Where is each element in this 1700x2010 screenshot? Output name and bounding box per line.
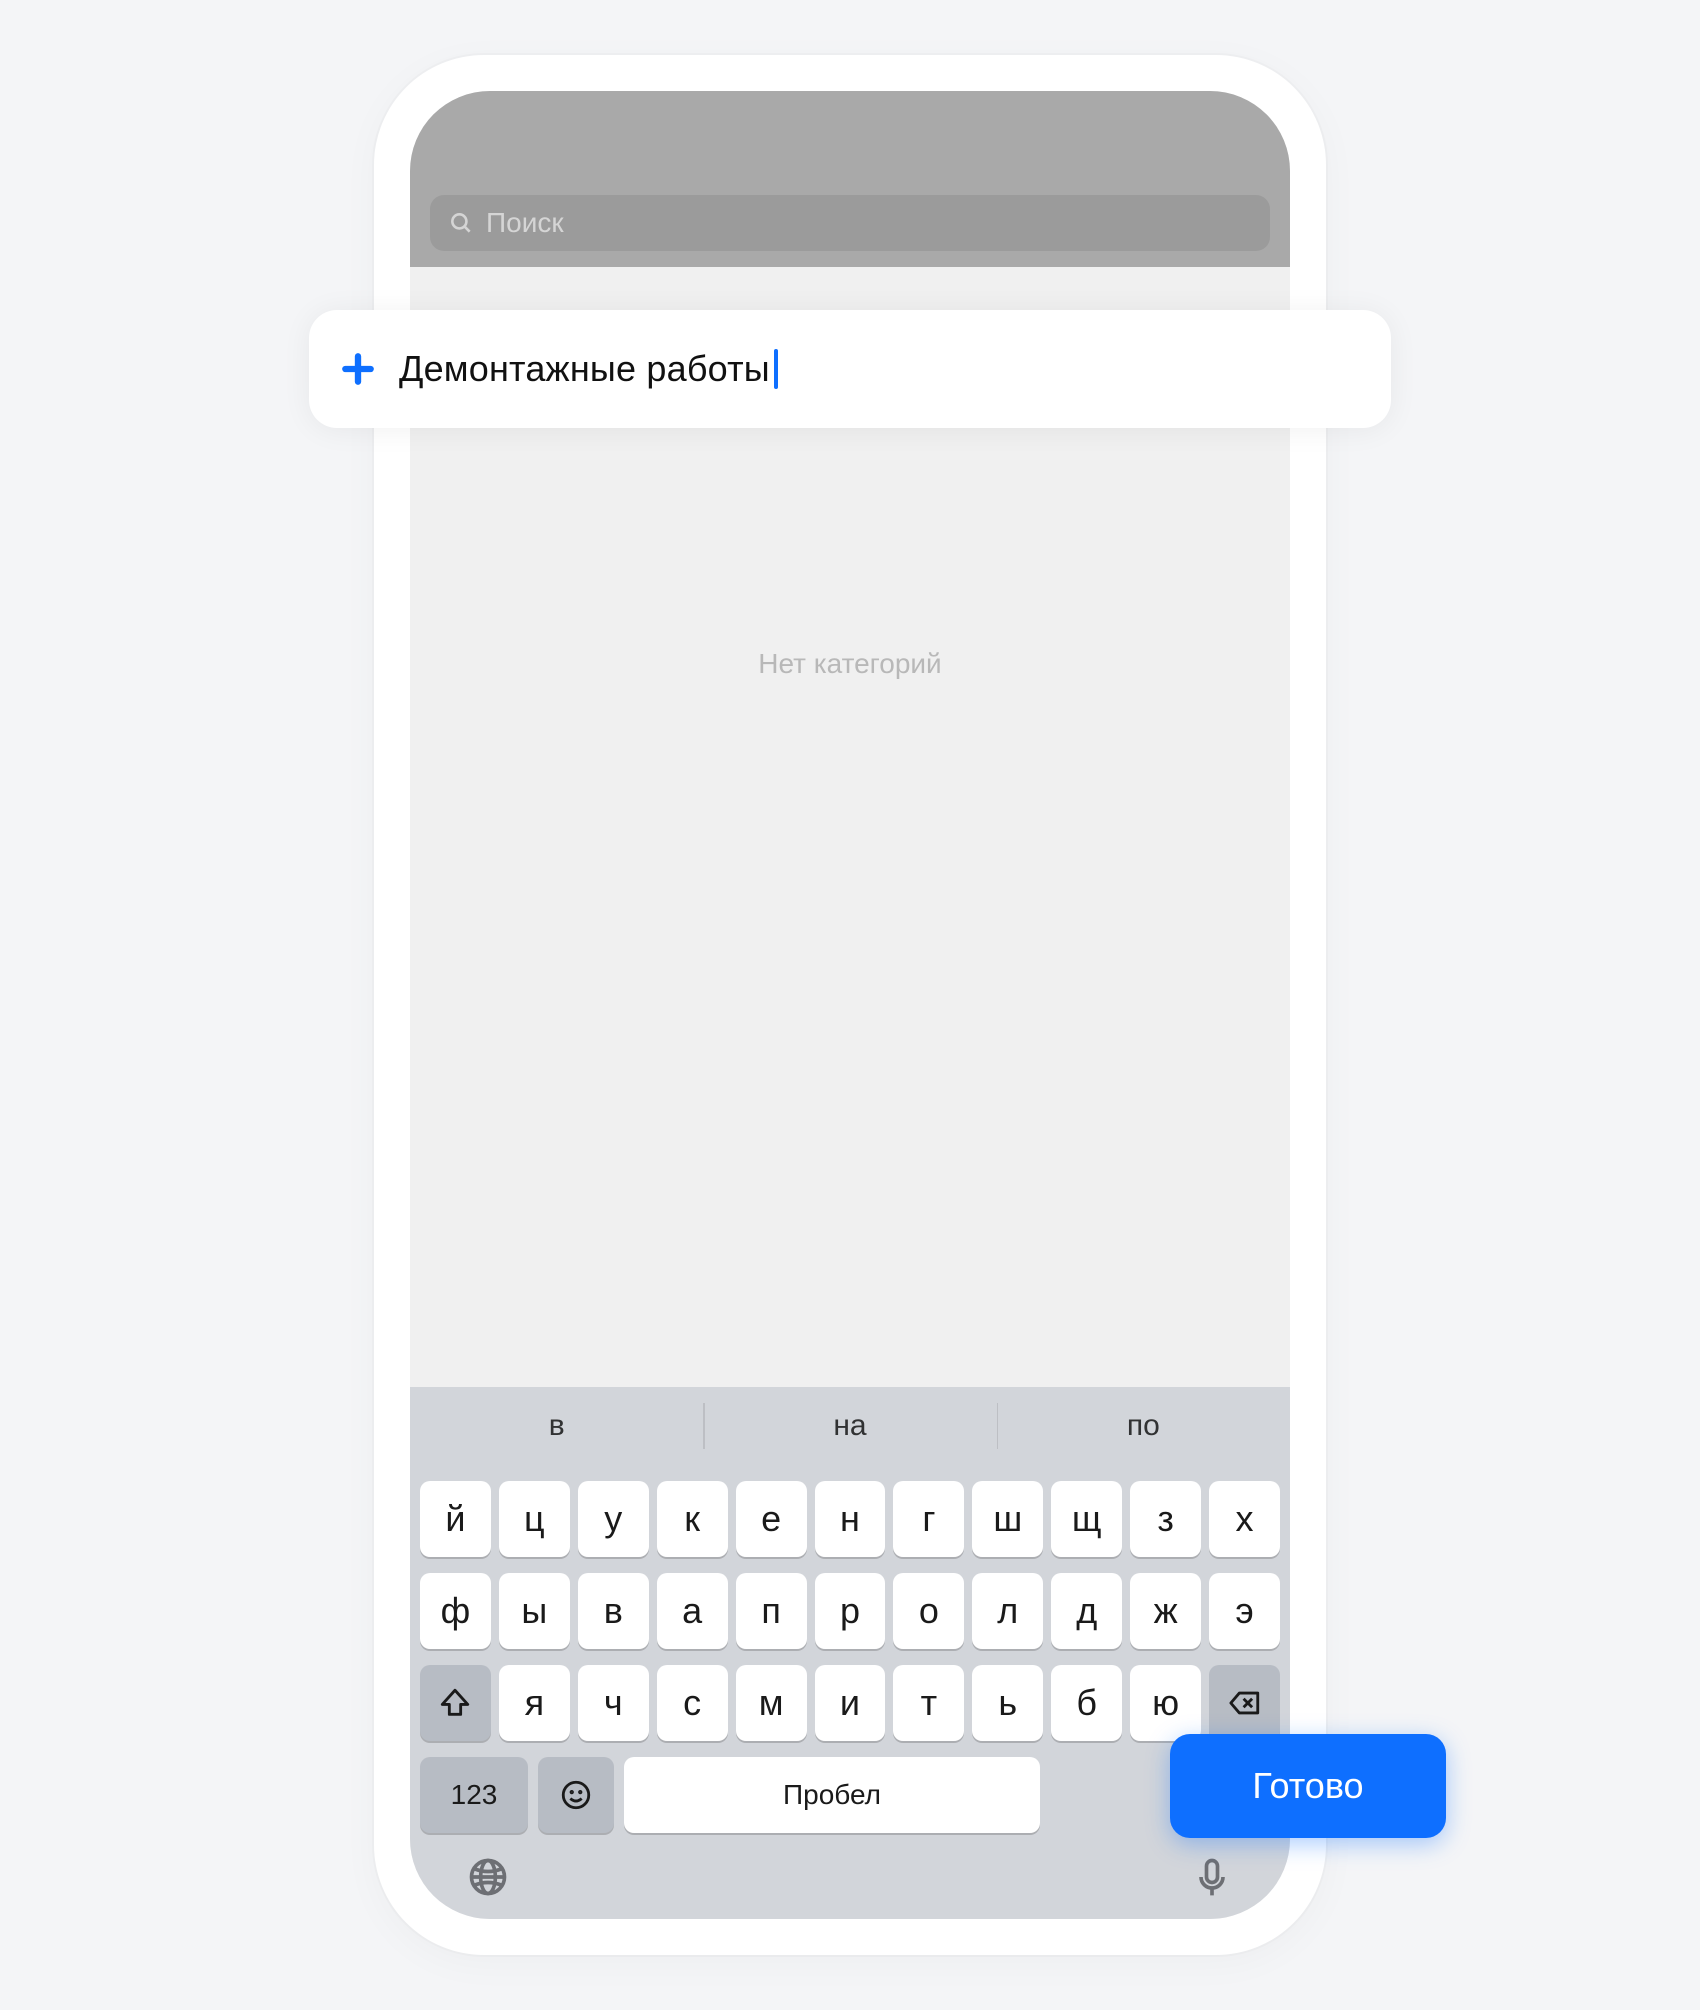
add-category-text: Демонтажные работы: [399, 348, 770, 390]
key-letter[interactable]: с: [657, 1665, 728, 1741]
key-letter[interactable]: я: [499, 1665, 570, 1741]
backspace-key[interactable]: [1209, 1665, 1280, 1741]
key-row-bottom: 123 Пробел: [410, 1757, 1290, 1833]
key-letter[interactable]: ж: [1130, 1573, 1201, 1649]
keyboard-footer: [410, 1833, 1290, 1899]
key-row-3: я ч с м и т ь б ю: [410, 1665, 1290, 1741]
key-letter[interactable]: е: [736, 1481, 807, 1557]
key-letter[interactable]: г: [893, 1481, 964, 1557]
key-letter[interactable]: и: [815, 1665, 886, 1741]
search-bar[interactable]: Поиск: [430, 195, 1270, 251]
key-letter[interactable]: ы: [499, 1573, 570, 1649]
key-letter[interactable]: д: [1051, 1573, 1122, 1649]
done-button[interactable]: Готово: [1170, 1734, 1446, 1838]
key-letter[interactable]: п: [736, 1573, 807, 1649]
key-letter[interactable]: ю: [1130, 1665, 1201, 1741]
key-letter[interactable]: в: [578, 1573, 649, 1649]
search-placeholder: Поиск: [486, 207, 564, 239]
suggestion-row: в на по: [410, 1387, 1290, 1465]
emoji-key[interactable]: [538, 1757, 614, 1833]
key-letter[interactable]: н: [815, 1481, 886, 1557]
key-letter[interactable]: л: [972, 1573, 1043, 1649]
globe-icon[interactable]: [466, 1855, 510, 1899]
header-overlay: Поиск: [410, 91, 1290, 267]
key-letter[interactable]: м: [736, 1665, 807, 1741]
numeric-key[interactable]: 123: [420, 1757, 528, 1833]
key-letter[interactable]: у: [578, 1481, 649, 1557]
key-letter[interactable]: к: [657, 1481, 728, 1557]
keyboard: в на по й ц у к е н г ш щ з х ф ы в: [410, 1387, 1290, 1919]
backspace-icon: [1228, 1686, 1262, 1720]
mic-icon[interactable]: [1190, 1855, 1234, 1899]
key-letter[interactable]: ш: [972, 1481, 1043, 1557]
key-letter[interactable]: ь: [972, 1665, 1043, 1741]
key-letter[interactable]: ч: [578, 1665, 649, 1741]
key-row-2: ф ы в а п р о л д ж э: [410, 1573, 1290, 1649]
shift-icon: [438, 1686, 472, 1720]
key-letter[interactable]: з: [1130, 1481, 1201, 1557]
key-row-1: й ц у к е н г ш щ з х: [410, 1481, 1290, 1557]
text-cursor: [774, 349, 778, 389]
space-key[interactable]: Пробел: [624, 1757, 1040, 1833]
shift-key[interactable]: [420, 1665, 491, 1741]
key-letter[interactable]: б: [1051, 1665, 1122, 1741]
search-icon: [448, 210, 474, 236]
suggestion-item[interactable]: по: [997, 1387, 1290, 1465]
content-area: Нет категорий: [410, 267, 1290, 1387]
key-letter[interactable]: а: [657, 1573, 728, 1649]
key-letter[interactable]: о: [893, 1573, 964, 1649]
key-letter[interactable]: ф: [420, 1573, 491, 1649]
suggestion-item[interactable]: на: [703, 1387, 996, 1465]
plus-icon: [339, 350, 377, 388]
key-letter[interactable]: р: [815, 1573, 886, 1649]
emoji-icon: [559, 1778, 593, 1812]
key-letter[interactable]: щ: [1051, 1481, 1122, 1557]
suggestion-item[interactable]: в: [410, 1387, 703, 1465]
key-letter[interactable]: й: [420, 1481, 491, 1557]
key-letter[interactable]: ц: [499, 1481, 570, 1557]
key-letter[interactable]: э: [1209, 1573, 1280, 1649]
key-letter[interactable]: х: [1209, 1481, 1280, 1557]
key-letter[interactable]: т: [893, 1665, 964, 1741]
add-category-row[interactable]: Демонтажные работы: [309, 310, 1391, 428]
empty-state-label: Нет категорий: [410, 648, 1290, 680]
